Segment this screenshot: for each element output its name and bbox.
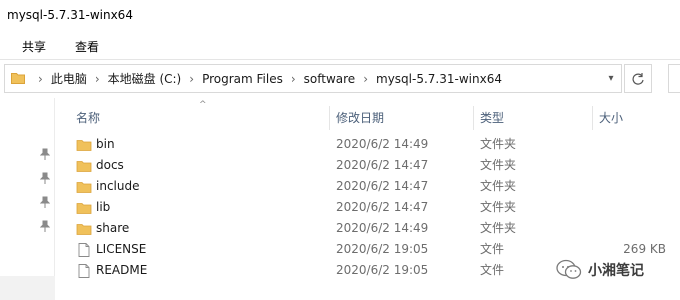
file-type: 文件 [480,263,505,277]
folder-icon [76,221,92,237]
refresh-button[interactable] [624,64,652,93]
file-date: 2020/6/2 19:05 [336,263,429,277]
tab-share[interactable]: 共享 [20,37,48,56]
file-date: 2020/6/2 14:49 [336,221,429,235]
file-size [596,197,666,218]
file-date: 2020/6/2 14:49 [336,137,429,151]
file-name: bin [96,137,115,151]
file-row[interactable]: bin 2020/6/2 14:49 文件夹 [56,134,680,155]
file-type: 文件夹 [480,137,517,151]
column-name[interactable]: 名称 [70,106,100,130]
file-date: 2020/6/2 19:05 [336,242,429,256]
tab-view[interactable]: 查看 [73,37,101,56]
pin-icon[interactable] [40,148,50,160]
folder-icon [11,73,25,84]
chevron-right-icon[interactable]: › [183,72,200,86]
watermark: 小湘笔记 [556,256,644,284]
search-input[interactable] [668,64,680,93]
file-date: 2020/6/2 14:47 [336,158,429,172]
file-type: 文件夹 [480,221,517,235]
folder-icon [76,137,92,153]
file-name: lib [96,200,111,214]
file-row[interactable]: share 2020/6/2 14:49 文件夹 [56,218,680,239]
chevron-right-icon[interactable]: › [357,72,374,86]
file-name: share [96,221,130,235]
file-date: 2020/6/2 14:47 [336,200,429,214]
folder-icon [76,158,92,174]
breadcrumb: › 此电脑 › 本地磁盘 (C:) › Program Files › soft… [32,65,504,92]
chevron-right-icon[interactable]: › [32,72,49,86]
title-bar: mysql-5.7.31-winx64 [0,0,680,32]
file-date: 2020/6/2 14:47 [336,179,429,193]
address-row: › 此电脑 › 本地磁盘 (C:) › Program Files › soft… [0,60,680,98]
breadcrumb-this-pc[interactable]: 此电脑 [49,70,89,87]
ribbon: 共享 查看 [0,32,680,60]
refresh-icon [632,72,644,85]
file-name: LICENSE [96,242,147,256]
column-header: 名称 修改日期 类型 大小 [56,106,680,130]
navigation-pane [0,98,55,300]
breadcrumb-mysql[interactable]: mysql-5.7.31-winx64 [374,72,504,86]
breadcrumb-software[interactable]: software [302,72,358,86]
file-icon [76,263,92,279]
file-size [596,134,666,155]
chevron-down-icon[interactable]: ▾ [601,65,621,92]
pin-icon[interactable] [40,220,50,232]
folder-icon [76,179,92,195]
column-size[interactable]: 大小 [593,106,623,130]
pin-icon[interactable] [40,172,50,184]
pin-icon[interactable] [40,196,50,208]
file-size [596,176,666,197]
breadcrumb-program-files[interactable]: Program Files [200,72,285,86]
file-name: docs [96,158,124,172]
column-date[interactable]: 修改日期 [330,106,384,130]
nav-scrollbar[interactable] [0,276,55,300]
file-type: 文件夹 [480,179,517,193]
file-name: include [96,179,140,193]
file-row[interactable]: lib 2020/6/2 14:47 文件夹 [56,197,680,218]
breadcrumb-local-disk[interactable]: 本地磁盘 (C:) [106,70,184,87]
file-type: 文件夹 [480,158,517,172]
file-size [596,155,666,176]
column-type[interactable]: 类型 [474,106,504,130]
file-name: README [96,263,148,277]
chevron-right-icon[interactable]: › [285,72,302,86]
file-row[interactable]: include 2020/6/2 14:47 文件夹 [56,176,680,197]
watermark-text: 小湘笔记 [588,263,644,279]
file-row[interactable]: docs 2020/6/2 14:47 文件夹 [56,155,680,176]
address-bar[interactable]: › 此电脑 › 本地磁盘 (C:) › Program Files › soft… [4,64,622,93]
chevron-right-icon[interactable]: › [89,72,106,86]
window-title: mysql-5.7.31-winx64 [7,8,133,22]
folder-icon [76,200,92,216]
file-type: 文件夹 [480,200,517,214]
file-type: 文件 [480,242,505,256]
file-icon [76,242,92,258]
file-size [596,218,666,239]
wechat-icon [556,259,582,279]
